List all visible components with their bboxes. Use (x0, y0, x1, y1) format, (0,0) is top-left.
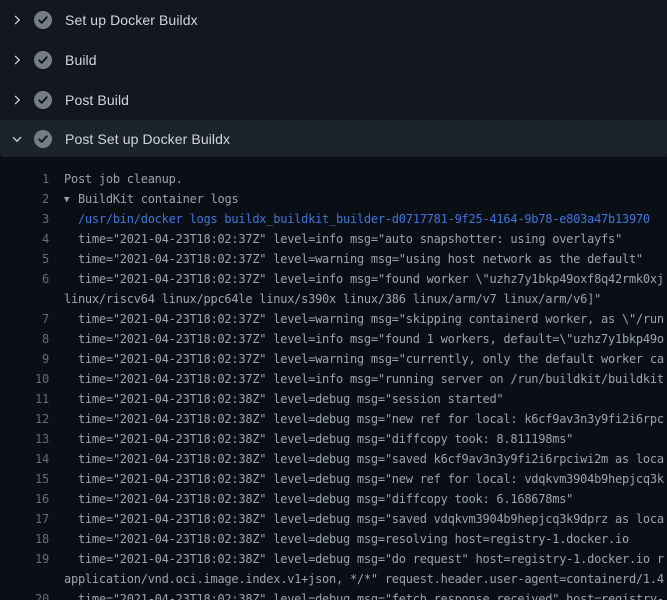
log-text: time="2021-04-23T18:02:37Z" level=info m… (64, 269, 664, 289)
line-number[interactable]: 3 (0, 209, 49, 229)
log-text: application/vnd.oci.image.index.v1+json,… (64, 569, 664, 589)
log-text: time="2021-04-23T18:02:38Z" level=debug … (64, 589, 664, 600)
log-text: linux/riscv64 linux/ppc64le linux/s390x … (64, 289, 601, 309)
log-text: time="2021-04-23T18:02:37Z" level=warnin… (64, 249, 643, 269)
steps-list: Set up Docker Buildx Build Post Build Po… (0, 0, 667, 157)
log-text: time="2021-04-23T18:02:38Z" level=debug … (64, 549, 664, 569)
log-line: 14 time="2021-04-23T18:02:38Z" level=deb… (0, 449, 667, 469)
log-text: time="2021-04-23T18:02:38Z" level=debug … (64, 529, 629, 549)
log-text: time="2021-04-23T18:02:38Z" level=debug … (64, 449, 664, 469)
log-text: time="2021-04-23T18:02:38Z" level=debug … (64, 509, 664, 529)
log-text: time="2021-04-23T18:02:37Z" level=warnin… (64, 309, 664, 329)
line-number[interactable]: 7 (0, 309, 49, 329)
log-line: 4 time="2021-04-23T18:02:37Z" level=info… (0, 229, 667, 249)
log-text: time="2021-04-23T18:02:37Z" level=info m… (64, 229, 622, 249)
step-label: Set up Docker Buildx (65, 12, 198, 28)
line-number[interactable]: 9 (0, 349, 49, 369)
check-circle-icon (34, 130, 52, 148)
line-number[interactable]: 2 (0, 189, 49, 209)
line-number[interactable]: 17 (0, 509, 49, 529)
log-line: 18 time="2021-04-23T18:02:38Z" level=deb… (0, 529, 667, 549)
log-line: 10 time="2021-04-23T18:02:37Z" level=inf… (0, 369, 667, 389)
line-number[interactable]: 4 (0, 229, 49, 249)
log-line: 11 time="2021-04-23T18:02:38Z" level=deb… (0, 389, 667, 409)
log-text: time="2021-04-23T18:02:37Z" level=info m… (64, 369, 664, 389)
check-circle-icon (34, 11, 52, 29)
log-line: 3 /usr/bin/docker logs buildx_buildkit_b… (0, 209, 667, 229)
line-number[interactable]: 10 (0, 369, 49, 389)
line-number (0, 289, 49, 309)
line-number[interactable]: 19 (0, 549, 49, 569)
step-row-setup-docker-buildx[interactable]: Set up Docker Buildx (0, 0, 667, 40)
log-line: 20 time="2021-04-23T18:02:38Z" level=deb… (0, 589, 667, 600)
line-number[interactable]: 18 (0, 529, 49, 549)
log-line: application/vnd.oci.image.index.v1+json,… (0, 569, 667, 589)
log-line: 5 time="2021-04-23T18:02:37Z" level=warn… (0, 249, 667, 269)
step-label: Build (65, 52, 97, 68)
line-number[interactable]: 11 (0, 389, 49, 409)
log-line: 8 time="2021-04-23T18:02:37Z" level=info… (0, 329, 667, 349)
line-number[interactable]: 12 (0, 409, 49, 429)
step-label: Post Set up Docker Buildx (65, 131, 230, 147)
line-number (0, 569, 49, 589)
chevron-right-icon[interactable] (10, 93, 24, 107)
line-number[interactable]: 5 (0, 249, 49, 269)
log-line: 1 Post job cleanup. (0, 169, 667, 189)
chevron-down-icon[interactable] (10, 132, 24, 146)
line-number[interactable]: 14 (0, 449, 49, 469)
log-text: time="2021-04-23T18:02:37Z" level=info m… (64, 329, 664, 349)
log-line: 9 time="2021-04-23T18:02:37Z" level=warn… (0, 349, 667, 369)
log-group-toggle[interactable]: 2 ▼BuildKit container logs (0, 189, 667, 209)
line-number[interactable]: 1 (0, 169, 49, 189)
log-line: 17 time="2021-04-23T18:02:38Z" level=deb… (0, 509, 667, 529)
log-line: 19 time="2021-04-23T18:02:38Z" level=deb… (0, 549, 667, 569)
log-text: time="2021-04-23T18:02:38Z" level=debug … (64, 389, 503, 409)
line-number[interactable]: 13 (0, 429, 49, 449)
disclosure-triangle-icon: ▼ (64, 190, 78, 210)
line-number[interactable]: 15 (0, 469, 49, 489)
log-text: time="2021-04-23T18:02:38Z" level=debug … (64, 429, 573, 449)
log-line: linux/riscv64 linux/ppc64le linux/s390x … (0, 289, 667, 309)
line-number[interactable]: 6 (0, 269, 49, 289)
step-label: Post Build (65, 92, 129, 108)
log-text: time="2021-04-23T18:02:38Z" level=debug … (64, 409, 664, 429)
log-line: 15 time="2021-04-23T18:02:38Z" level=deb… (0, 469, 667, 489)
log-text: ▼BuildKit container logs (64, 189, 238, 209)
log-viewer: 1 Post job cleanup. 2 ▼BuildKit container l… (0, 157, 667, 600)
line-number[interactable]: 20 (0, 589, 49, 600)
chevron-right-icon[interactable] (10, 53, 24, 67)
check-circle-icon (34, 51, 52, 69)
step-row-build[interactable]: Build (0, 40, 667, 80)
log-text: time="2021-04-23T18:02:38Z" level=debug … (64, 489, 573, 509)
line-number[interactable]: 16 (0, 489, 49, 509)
step-row-post-setup-docker-buildx[interactable]: Post Set up Docker Buildx (0, 120, 667, 157)
log-line: 6 time="2021-04-23T18:02:37Z" level=info… (0, 269, 667, 289)
log-text: time="2021-04-23T18:02:38Z" level=debug … (64, 469, 664, 489)
log-line: 13 time="2021-04-23T18:02:38Z" level=deb… (0, 429, 667, 449)
log-command-text: /usr/bin/docker logs buildx_buildkit_bui… (64, 209, 650, 229)
log-line: 16 time="2021-04-23T18:02:38Z" level=deb… (0, 489, 667, 509)
log-line: 12 time="2021-04-23T18:02:38Z" level=deb… (0, 409, 667, 429)
check-circle-icon (34, 91, 52, 109)
log-text: time="2021-04-23T18:02:37Z" level=warnin… (64, 349, 664, 369)
chevron-right-icon[interactable] (10, 13, 24, 27)
log-line: 7 time="2021-04-23T18:02:37Z" level=warn… (0, 309, 667, 329)
step-row-post-build[interactable]: Post Build (0, 80, 667, 120)
log-text: Post job cleanup. (64, 169, 183, 189)
line-number[interactable]: 8 (0, 329, 49, 349)
